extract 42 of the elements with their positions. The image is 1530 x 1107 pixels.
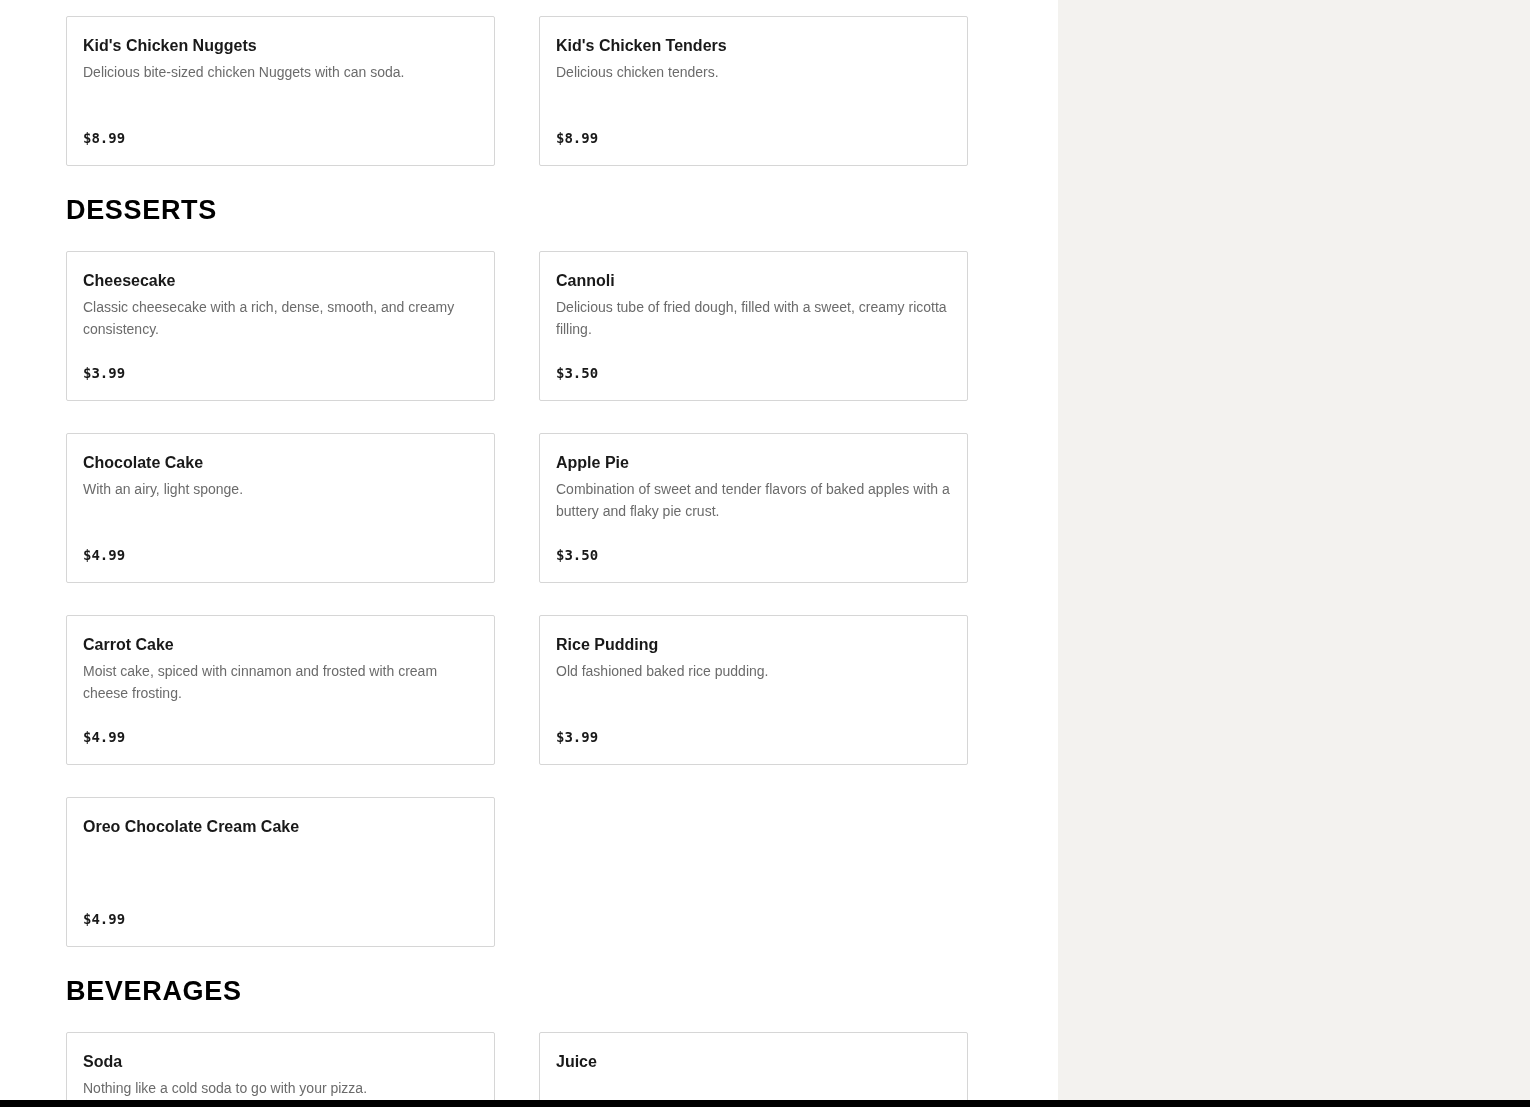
item-price: $3.99 xyxy=(556,728,600,747)
menu-item-card[interactable]: Carrot Cake Moist cake, spiced with cinnamon and frosted with cream cheese frosting. $4.99 xyxy=(66,615,495,765)
item-description: Nothing like a cold soda to go with your pizza. xyxy=(83,1079,369,1098)
item-price: $3.50 xyxy=(556,546,600,565)
item-price: $3.50 xyxy=(556,364,600,383)
item-name: Kid's Chicken Nuggets xyxy=(83,36,258,56)
item-name: Cheesecake xyxy=(83,271,177,291)
item-name: Kid's Chicken Tenders xyxy=(556,36,728,56)
item-name: Soda xyxy=(83,1052,124,1072)
menu-item-card[interactable]: Oreo Chocolate Cream Cake $4.99 xyxy=(66,797,495,947)
item-price: $8.99 xyxy=(556,129,600,148)
item-price: $4.99 xyxy=(83,910,127,929)
item-description: Combination of sweet and tender flavors of baked apples with a buttery and flaky pie crust. xyxy=(556,480,951,521)
item-name: Apple Pie xyxy=(556,453,630,473)
menu-item-card[interactable]: Cannoli Delicious tube of fried dough, filled with a sweet, creamy ricotta filling. $3.50 xyxy=(539,251,968,401)
item-description: Moist cake, spiced with cinnamon and frosted with cream cheese frosting. xyxy=(83,662,439,703)
menu-item-card[interactable]: Chocolate Cake With an airy, light sponge. $4.99 xyxy=(66,433,495,583)
menu-item-card[interactable]: Apple Pie Combination of sweet and tender flavors of baked apples with a buttery and flaky pie crust. $3.50 xyxy=(539,433,968,583)
item-price: $3.99 xyxy=(83,364,127,383)
item-price: $8.99 xyxy=(83,129,127,148)
item-description: Delicious chicken tenders. xyxy=(556,63,720,82)
menu-item-card[interactable]: Cheesecake Classic cheesecake with a rich, dense, smooth, and creamy consistency. $3.99 xyxy=(66,251,495,401)
item-name: Cannoli xyxy=(556,271,616,291)
section-heading: DESSERTS xyxy=(66,194,218,226)
menu-item-card[interactable]: Rice Pudding Old fashioned baked rice pudding. $3.99 xyxy=(539,615,968,765)
item-price: $4.99 xyxy=(83,546,127,565)
section-heading: BEVERAGES xyxy=(66,975,243,1007)
item-description: Classic cheesecake with a rich, dense, smooth, and creamy consistency. xyxy=(83,298,456,339)
item-name: Rice Pudding xyxy=(556,635,660,655)
item-name: Juice xyxy=(556,1052,598,1072)
menu-item-card[interactable]: Kid's Chicken Nuggets Delicious bite-sized chicken Nuggets with can soda. $8.99 xyxy=(66,16,495,166)
item-description: With an airy, light sponge. xyxy=(83,480,245,499)
item-name: Oreo Chocolate Cream Cake xyxy=(83,817,301,837)
menu-item-card[interactable]: Soda Nothing like a cold soda to go with your pizza. xyxy=(66,1032,495,1100)
item-name: Chocolate Cake xyxy=(83,453,205,473)
item-description: Delicious bite-sized chicken Nuggets with can soda. xyxy=(83,63,406,82)
item-price: $4.99 xyxy=(83,728,127,747)
item-description: Old fashioned baked rice pudding. xyxy=(556,662,770,681)
item-description: Delicious tube of fried dough, filled with a sweet, creamy ricotta filling. xyxy=(556,298,948,339)
item-name: Carrot Cake xyxy=(83,635,175,655)
menu-item-card[interactable]: Juice xyxy=(539,1032,968,1100)
menu-item-card[interactable]: Kid's Chicken Tenders Delicious chicken tenders. $8.99 xyxy=(539,16,968,166)
